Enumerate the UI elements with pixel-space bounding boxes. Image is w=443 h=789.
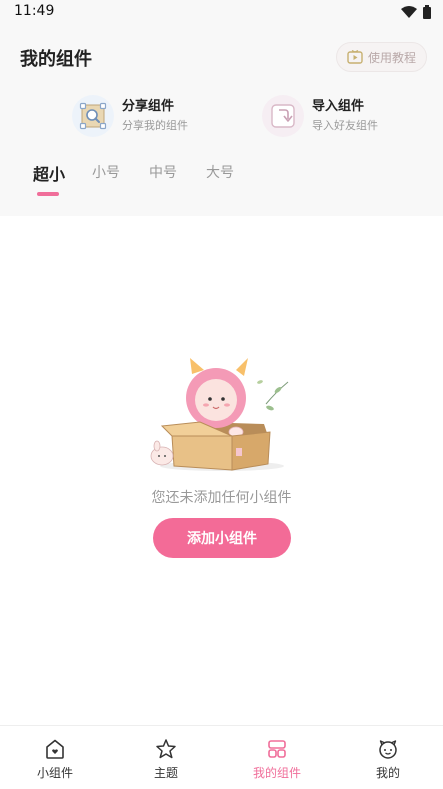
tab-extra-small[interactable]: 超小 bbox=[33, 161, 65, 185]
status-time: 11:49 bbox=[14, 3, 55, 19]
nav-item-themes[interactable]: 主题 bbox=[111, 726, 221, 789]
status-icons bbox=[401, 5, 431, 19]
battery-icon bbox=[423, 5, 431, 19]
empty-state-message: 您还未添加任何小组件 bbox=[151, 490, 292, 506]
empty-state-illustration bbox=[150, 358, 289, 471]
page-title: 我的组件 bbox=[20, 49, 92, 70]
video-icon bbox=[347, 50, 363, 64]
star-icon bbox=[156, 739, 176, 759]
share-icon-wrapper bbox=[72, 95, 114, 137]
nav-label-themes: 主题 bbox=[153, 766, 178, 780]
nav-label-my-widgets: 我的组件 bbox=[252, 766, 301, 780]
add-widget-button[interactable]: 添加小组件 bbox=[153, 518, 291, 558]
share-text: 分享组件 分享我的组件 bbox=[122, 98, 188, 134]
nav-label-profile: 我的 bbox=[375, 766, 400, 780]
actions-row: 分享组件 分享我的组件 导入组件 导入好友组件 bbox=[0, 92, 443, 140]
tab-indicator bbox=[37, 192, 59, 196]
share-subtitle: 分享我的组件 bbox=[122, 119, 188, 132]
status-bar: 11:49 bbox=[0, 0, 443, 26]
tutorial-button[interactable]: 使用教程 bbox=[335, 42, 427, 72]
share-title: 分享组件 bbox=[122, 99, 175, 114]
tab-large[interactable]: 大号 bbox=[206, 162, 234, 182]
home-icon bbox=[46, 739, 64, 759]
import-title: 导入组件 bbox=[312, 99, 365, 114]
screen: 11:49 我的组件 使用教程 分享组件 分享我的组件 导入组件 导入好友组件 … bbox=[0, 0, 443, 789]
import-icon bbox=[271, 104, 295, 128]
tab-small[interactable]: 小号 bbox=[92, 162, 120, 182]
import-subtitle: 导入好友组件 bbox=[312, 119, 378, 132]
nav-item-widgets[interactable]: 小组件 bbox=[0, 726, 110, 789]
import-widget-button[interactable]: 导入组件 导入好友组件 bbox=[262, 92, 378, 140]
profile-icon bbox=[379, 740, 397, 759]
tutorial-label: 使用教程 bbox=[367, 50, 416, 65]
share-search-icon bbox=[79, 102, 107, 130]
nav-item-my-widgets[interactable]: 我的组件 bbox=[222, 726, 332, 789]
header: 我的组件 使用教程 bbox=[0, 40, 443, 76]
share-widget-button[interactable]: 分享组件 分享我的组件 bbox=[72, 92, 188, 140]
nav-label-widgets: 小组件 bbox=[36, 766, 73, 780]
size-tabs: 超小 小号 中号 大号 bbox=[0, 158, 443, 198]
import-text: 导入组件 导入好友组件 bbox=[312, 98, 378, 134]
nav-item-profile[interactable]: 我的 bbox=[333, 726, 443, 789]
wifi-icon bbox=[401, 6, 417, 18]
tab-medium[interactable]: 中号 bbox=[149, 162, 177, 182]
grid-icon bbox=[268, 740, 286, 758]
top-panel: 11:49 我的组件 使用教程 分享组件 分享我的组件 导入组件 导入好友组件 … bbox=[0, 0, 443, 216]
bottom-nav: 小组件 主题 我的组件 我的 bbox=[0, 725, 443, 789]
import-icon-wrapper bbox=[262, 95, 304, 137]
